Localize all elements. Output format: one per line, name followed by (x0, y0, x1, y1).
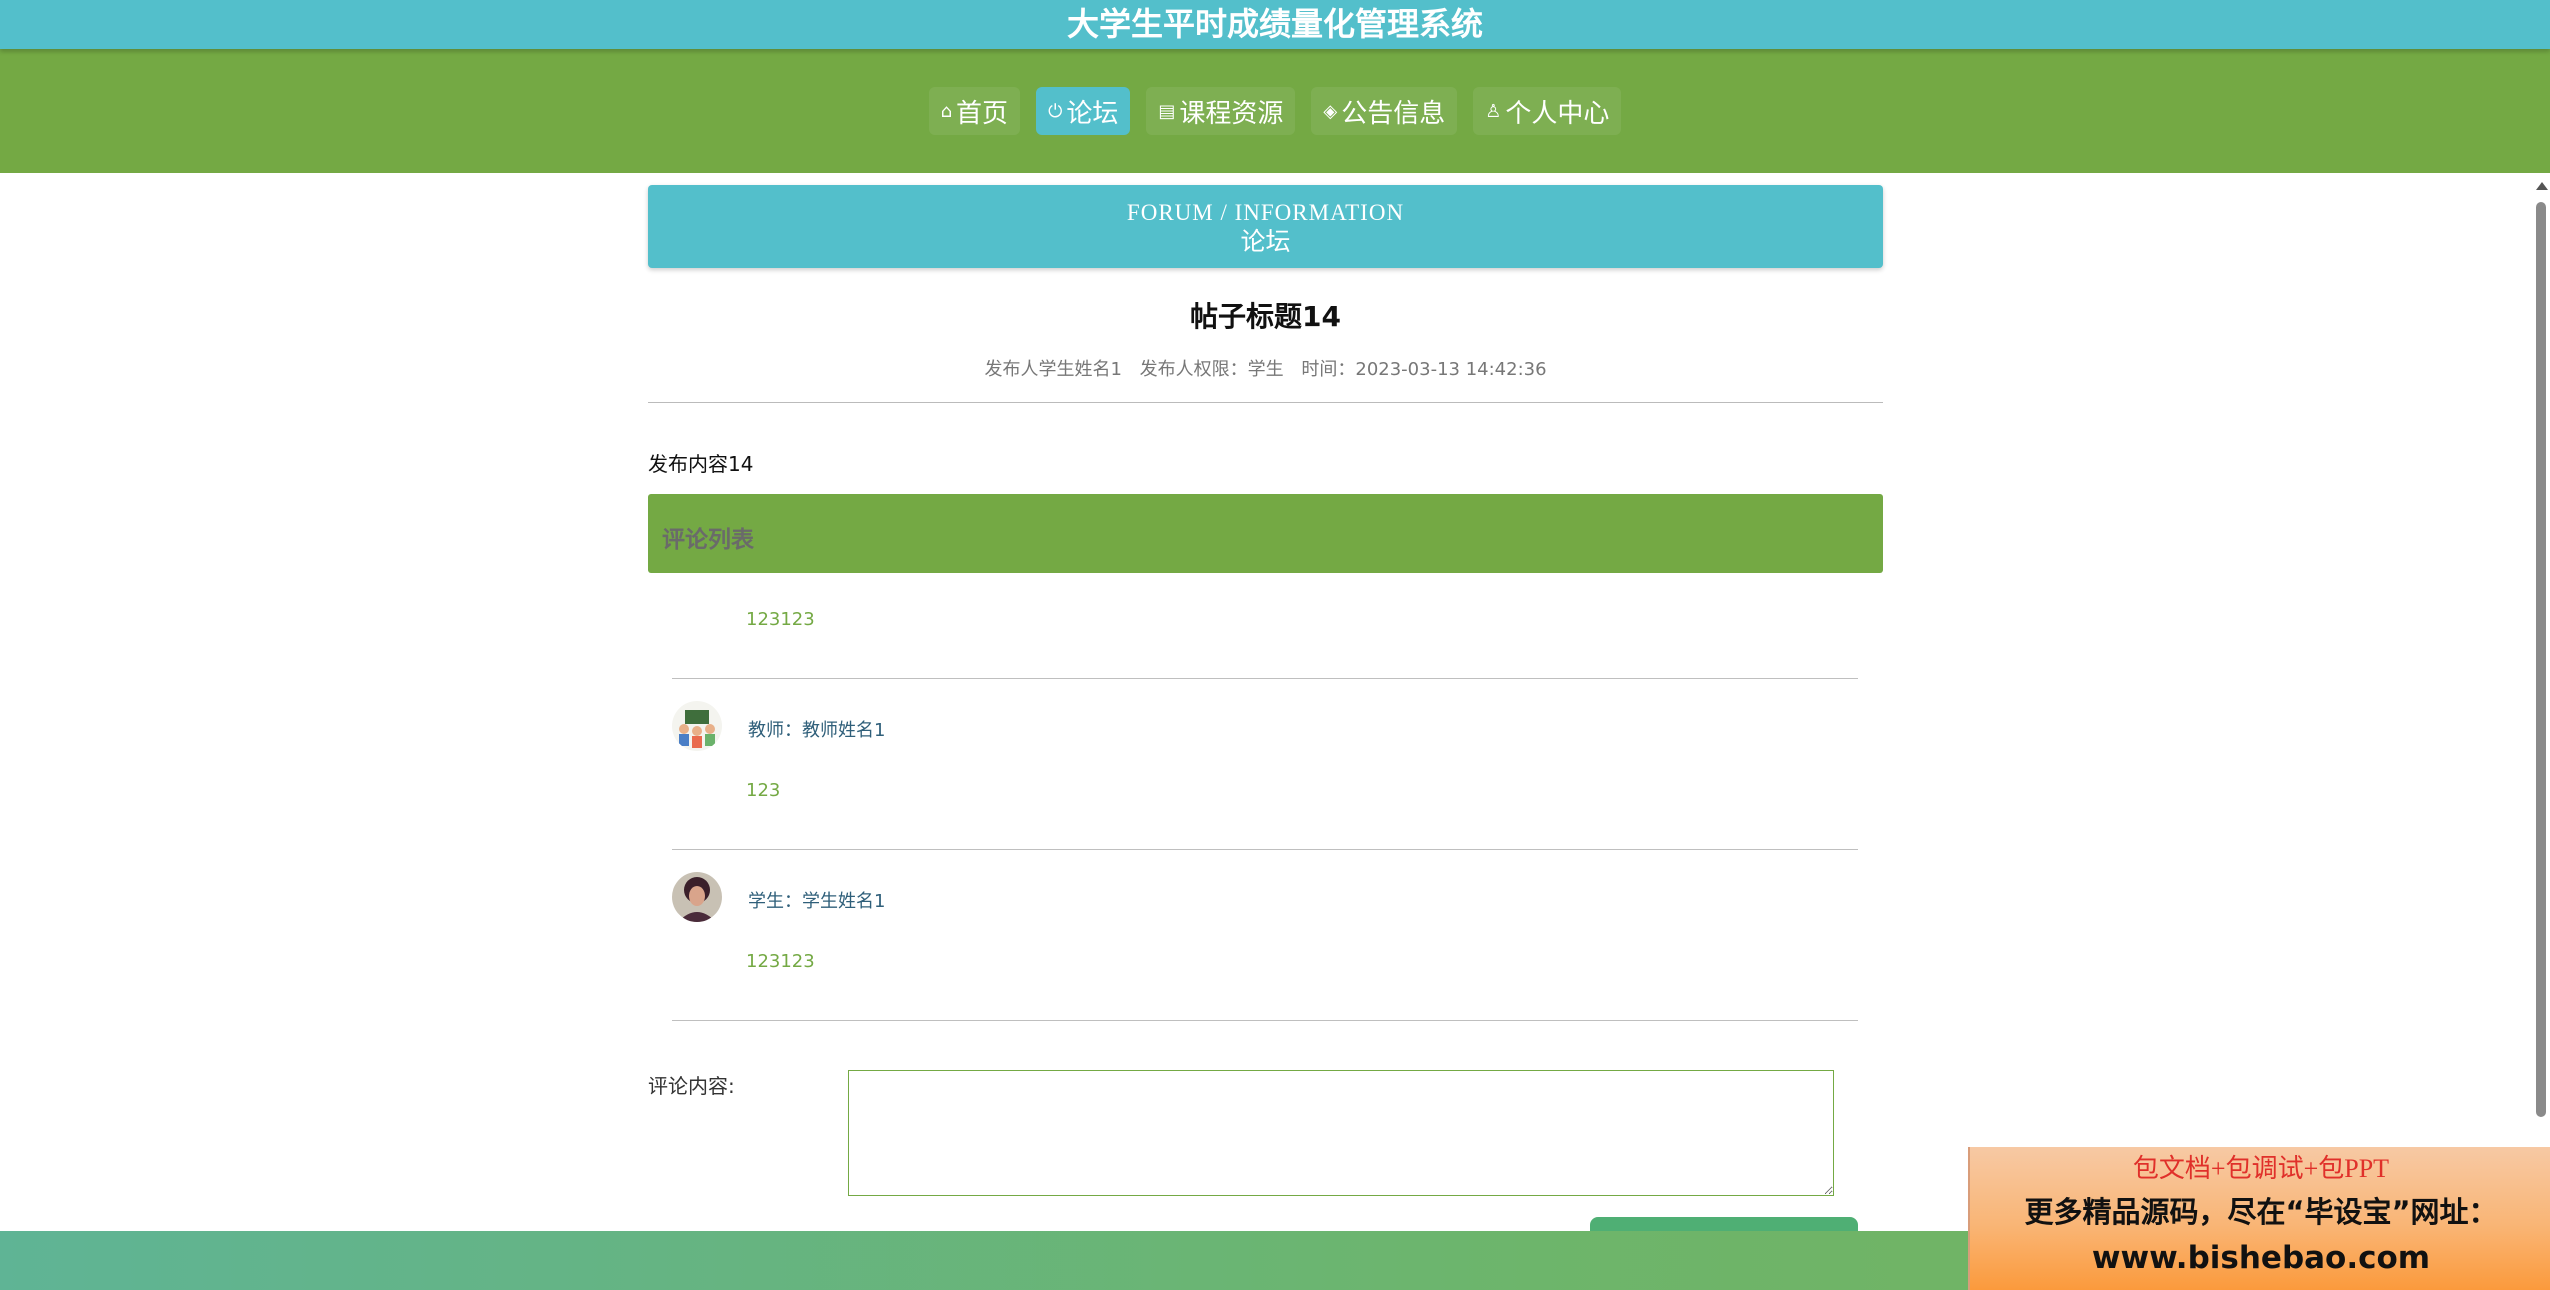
comment-author: 教师：教师姓名1 (748, 720, 886, 741)
comment-list-header: 评论列表 (648, 494, 1883, 573)
post-meta: 发布人学生姓名1 发布人权限：学生 时间：2023-03-13 14:42:36 (648, 355, 1883, 381)
user-icon: ♙ (1485, 100, 1502, 122)
layers-icon: ◈ (1323, 100, 1338, 122)
banner-cn: 论坛 (1240, 229, 1291, 256)
comment-author: 学生：学生姓名1 (748, 891, 886, 912)
post-title: 帖子标题14 (1190, 300, 1341, 333)
nav-announcements[interactable]: ◈ 公告信息 (1311, 87, 1458, 135)
ad-line-3: www.bishebao.com (2091, 1240, 2431, 1276)
section-banner: FORUM / INFORMATION 论坛 (648, 185, 1883, 268)
post-role: 发布人权限：学生 (1139, 359, 1284, 380)
nav-forum-label: 论坛 (1066, 98, 1119, 129)
submit-button[interactable] (1590, 1217, 1858, 1231)
ad-line-1: 包文档+包调试+包PPT (2132, 1154, 2390, 1183)
ad-line-2: 更多精品源码，尽在“毕设宝”网址： (2024, 1195, 2498, 1229)
nav-home[interactable]: ⌂ 首页 (928, 87, 1021, 135)
main-nav: ⌂ 首页 ⏻ 论坛 ▤ 课程资源 ◈ 公告信息 ♙ 个人中心 (0, 49, 2550, 173)
scroll-up-icon[interactable] (2536, 182, 2548, 190)
main-area: FORUM / INFORMATION 论坛 帖子标题14 发布人学生姓名1 发… (0, 173, 2535, 1231)
power-icon: ⏻ (1048, 100, 1063, 122)
scroll-thumb[interactable] (2536, 202, 2546, 1117)
post-author: 发布人学生姓名1 (984, 359, 1122, 380)
comment-text: 123123 (746, 609, 815, 630)
comment-list: 123123 教师：教师姓名1 123 学生：学生姓名1 123123 (672, 573, 1858, 1021)
comment-textarea[interactable] (848, 1070, 1834, 1196)
box-icon: ▤ (1158, 100, 1176, 122)
post-content: 发布内容14 (648, 452, 754, 476)
app-title: 大学生平时成绩量化管理系统 (0, 0, 2550, 49)
divider (648, 402, 1883, 403)
ad-banner[interactable]: 包文档+包调试+包PPT 更多精品源码，尽在“毕设宝”网址： www.bishe… (1968, 1147, 2550, 1290)
comment-text: 123123 (746, 951, 815, 972)
comment-form-label: 评论内容: (648, 1074, 735, 1098)
nav-home-label: 首页 (956, 98, 1009, 129)
nav-announcements-label: 公告信息 (1341, 98, 1446, 129)
comment-text: 123 (746, 780, 781, 801)
post-time: 时间：2023-03-13 14:42:36 (1301, 359, 1547, 380)
comment-item: 学生：学生姓名1 123123 (672, 850, 1858, 1021)
home-icon: ⌂ (940, 100, 953, 122)
comment-item: 123123 (672, 573, 1858, 679)
banner-en: FORUM / INFORMATION (1126, 200, 1405, 225)
nav-course-resources-label: 课程资源 (1179, 98, 1284, 129)
nav-course-resources[interactable]: ▤ 课程资源 (1146, 87, 1296, 135)
nav-personal-center-label: 个人中心 (1505, 98, 1610, 129)
comment-item: 教师：教师姓名1 123 (672, 679, 1858, 850)
student-avatar (672, 872, 722, 922)
nav-forum[interactable]: ⏻ 论坛 (1036, 87, 1131, 135)
teacher-avatar (672, 701, 722, 751)
comment-list-title: 评论列表 (662, 527, 754, 553)
nav-personal-center[interactable]: ♙ 个人中心 (1473, 87, 1622, 135)
